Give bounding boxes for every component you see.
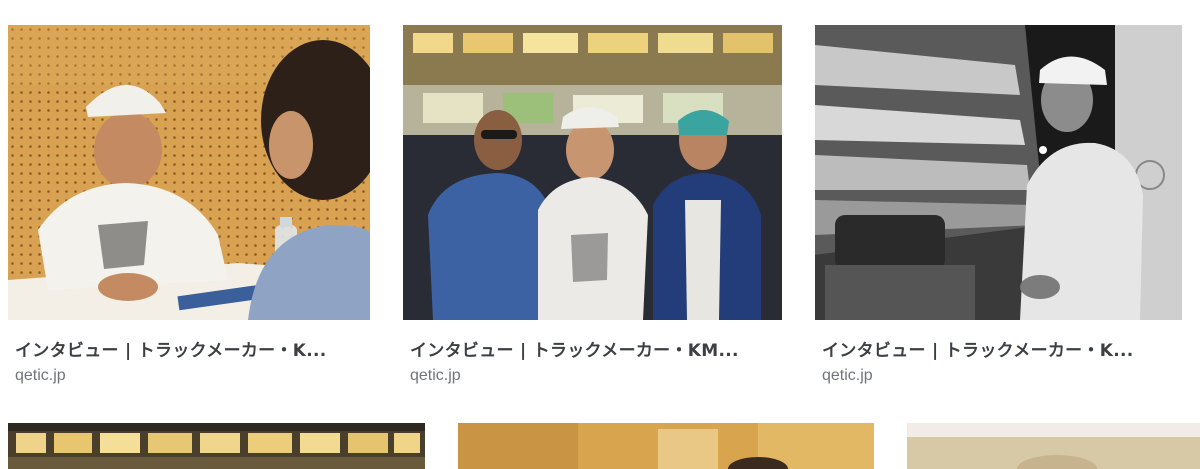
image-result-1[interactable]: インタビュー | トラックメーカー・K... qetic.jp [8, 25, 370, 395]
result-source-2[interactable]: qetic.jp [410, 367, 461, 385]
result-source-1[interactable]: qetic.jp [15, 367, 66, 385]
result-thumbnail-3[interactable] [815, 25, 1182, 320]
thumbnail-image-night-street-bw [815, 25, 1182, 320]
result-title-1[interactable]: インタビュー | トラックメーカー・K... [15, 336, 370, 361]
image-result-2[interactable]: インタビュー | トラックメーカー・KM... qetic.jp [403, 25, 782, 395]
image-result-5[interactable] [458, 423, 874, 469]
result-thumbnail-2[interactable] [403, 25, 782, 320]
thumbnail-image-beige-portrait [907, 423, 1200, 469]
thumbnail-image-three-people-street [403, 25, 782, 320]
result-title-3[interactable]: インタビュー | トラックメーカー・K... [822, 336, 1182, 361]
thumbnail-image-building-night [8, 423, 425, 469]
result-source-3[interactable]: qetic.jp [822, 367, 873, 385]
thumbnail-image-warm-interior [458, 423, 874, 469]
result-thumbnail-4[interactable] [8, 423, 425, 469]
image-result-6[interactable] [907, 423, 1200, 469]
image-result-4[interactable] [8, 423, 425, 469]
result-thumbnail-6[interactable] [907, 423, 1200, 469]
thumbnail-image-interview-room [8, 25, 370, 320]
result-thumbnail-5[interactable] [458, 423, 874, 469]
result-thumbnail-1[interactable] [8, 25, 370, 320]
result-title-2[interactable]: インタビュー | トラックメーカー・KM... [410, 336, 782, 361]
image-result-3[interactable]: インタビュー | トラックメーカー・K... qetic.jp [815, 25, 1182, 395]
